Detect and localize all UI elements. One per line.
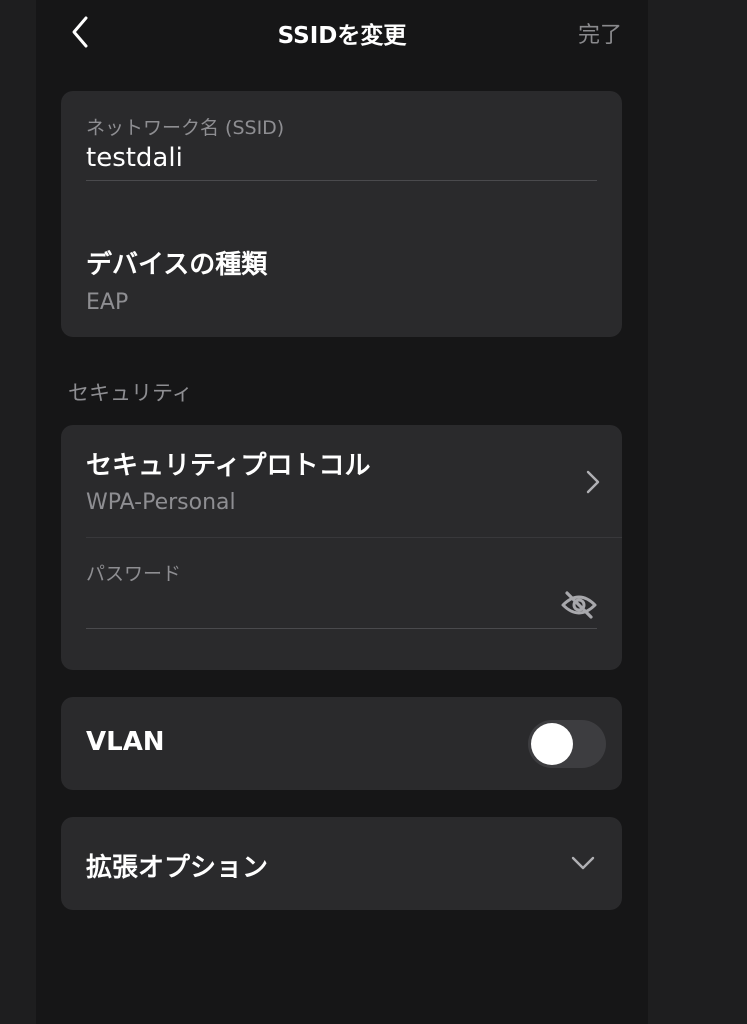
advanced-options-row[interactable]: 拡張オプション — [61, 817, 622, 910]
vlan-card: VLAN — [61, 697, 622, 790]
security-card: セキュリティプロトコル WPA-Personal パスワード — [61, 425, 622, 670]
toggle-knob — [531, 723, 573, 765]
navigation-bar: SSIDを変更 完了 — [36, 0, 648, 64]
chevron-down-icon — [570, 854, 596, 872]
ssid-input[interactable]: testdali — [86, 143, 183, 173]
edit-ssid-screen: SSIDを変更 完了 ネットワーク名 (SSID) testdali デバイスの… — [36, 0, 648, 1024]
password-label: パスワード — [86, 563, 182, 585]
security-protocol-label: セキュリティプロトコル — [86, 451, 371, 481]
security-section-label: セキュリティ — [68, 381, 193, 405]
password-underline — [86, 628, 597, 629]
device-type-label: デバイスの種類 — [86, 250, 268, 280]
ssid-label: ネットワーク名 (SSID) — [86, 117, 285, 139]
advanced-options-label: 拡張オプション — [86, 853, 269, 883]
chevron-right-icon — [585, 469, 601, 495]
page-title: SSIDを変更 — [277, 23, 407, 49]
done-button[interactable]: 完了 — [578, 17, 622, 49]
security-protocol-row[interactable]: セキュリティプロトコル WPA-Personal — [61, 425, 622, 537]
security-protocol-value: WPA-Personal — [86, 490, 236, 515]
vlan-label: VLAN — [86, 727, 165, 757]
eye-off-icon[interactable] — [560, 590, 598, 620]
security-divider — [86, 537, 622, 538]
vlan-toggle[interactable] — [528, 720, 606, 768]
password-input[interactable] — [86, 589, 486, 621]
ssid-underline — [86, 180, 597, 181]
network-info-card: ネットワーク名 (SSID) testdali デバイスの種類 EAP — [61, 91, 622, 337]
device-type-value: EAP — [86, 290, 129, 315]
